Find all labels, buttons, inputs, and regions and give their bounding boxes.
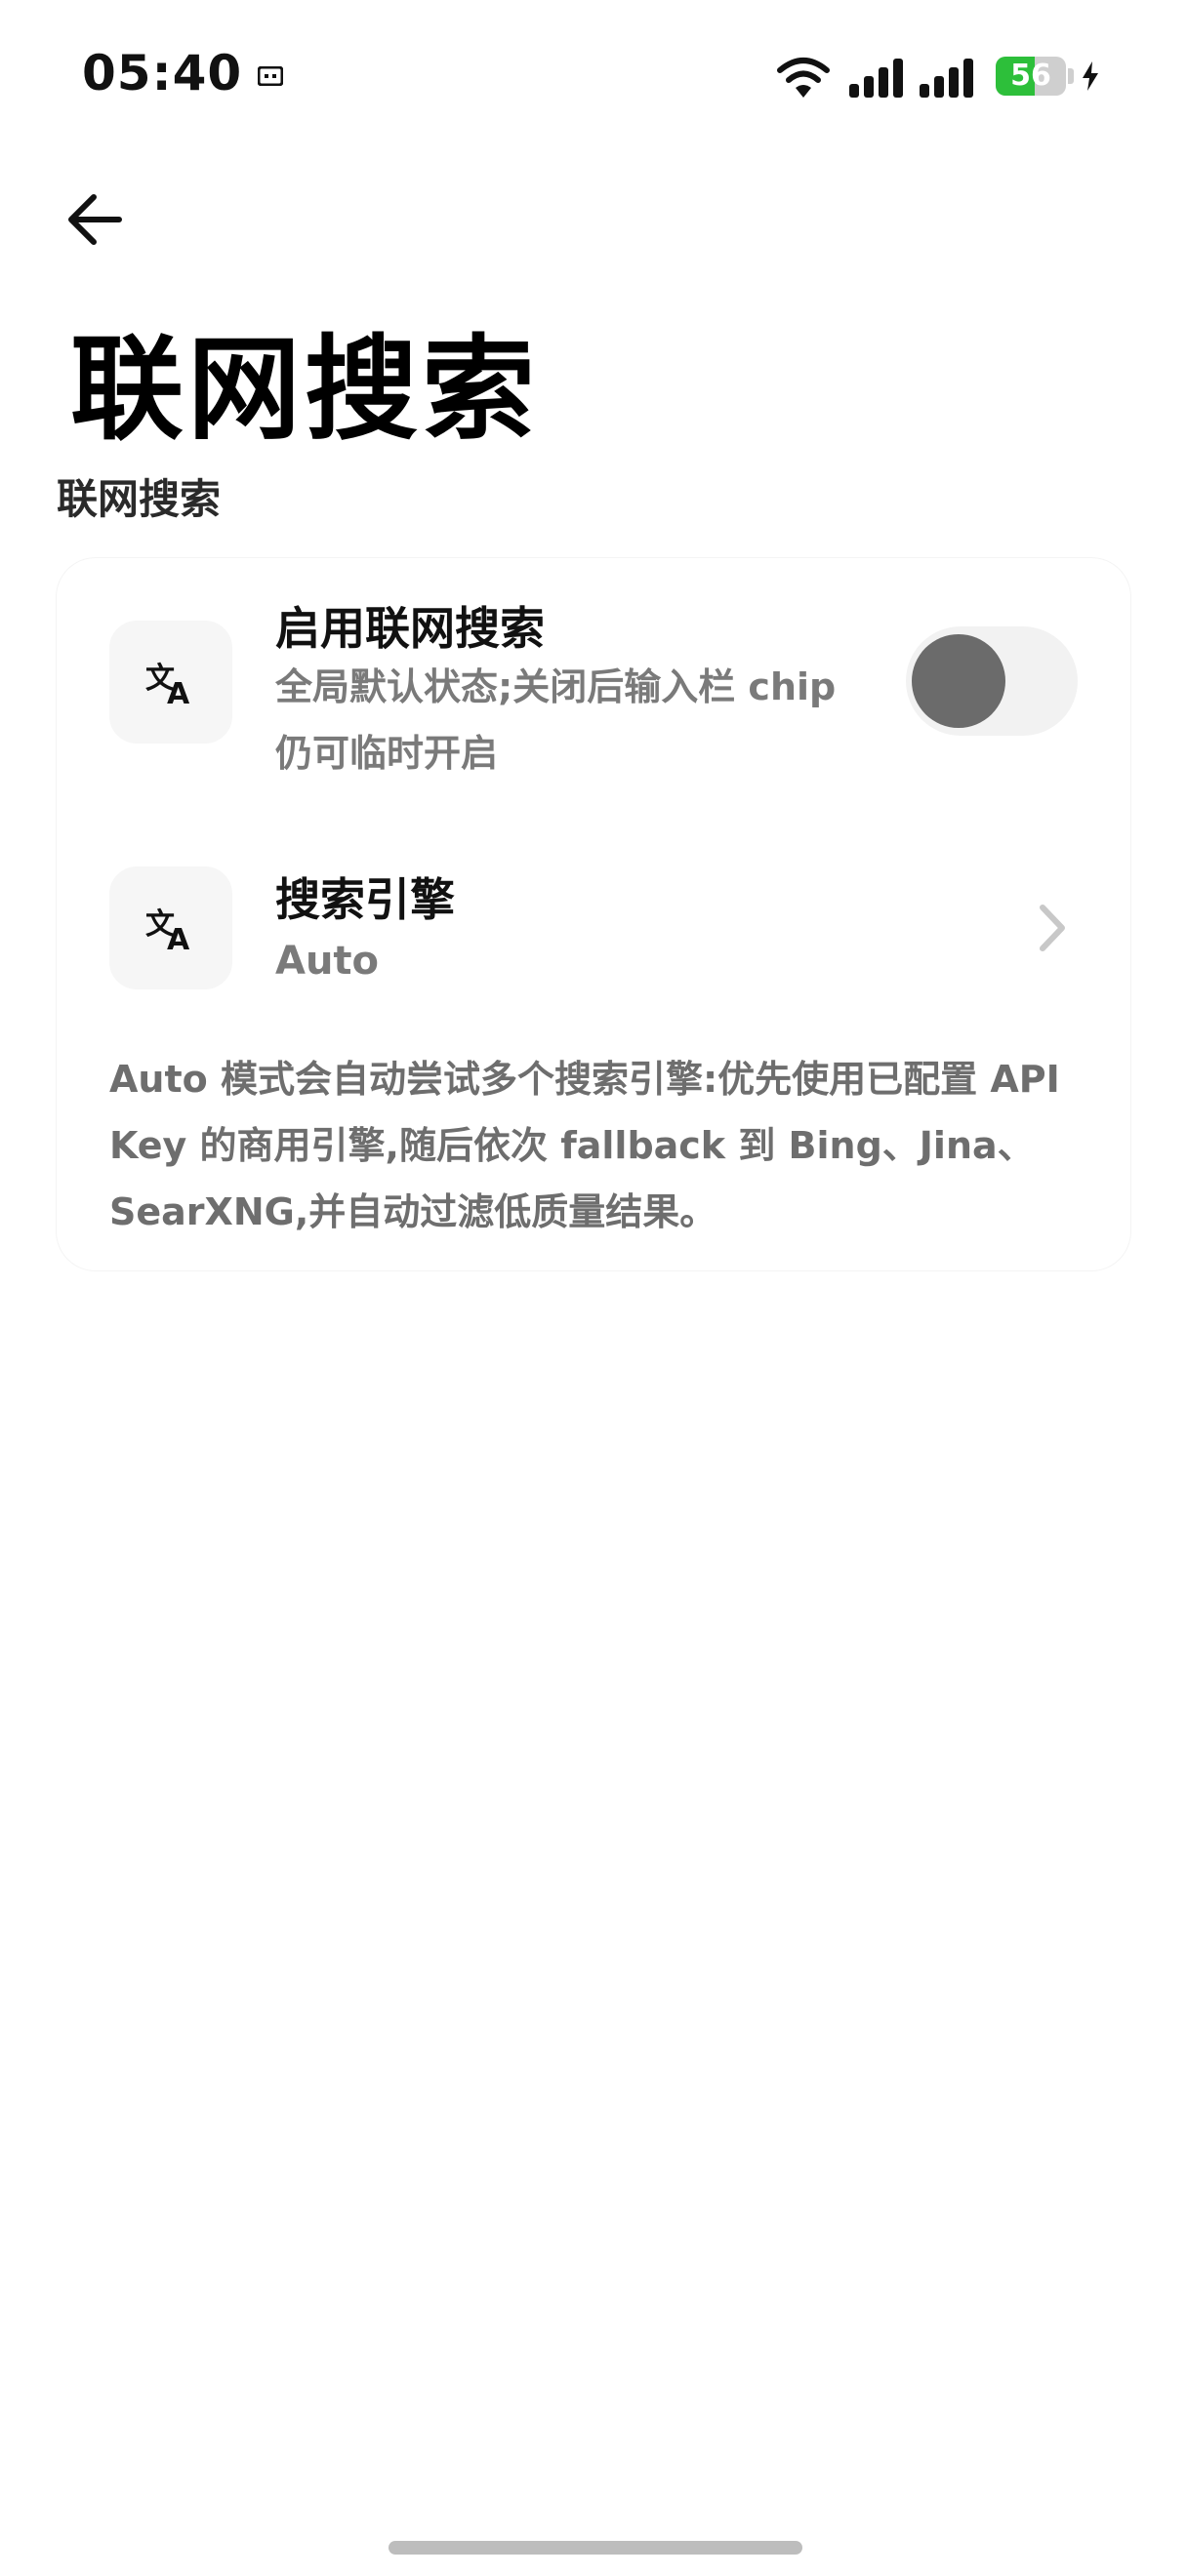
web-search-title: 启用联网搜索 — [275, 602, 545, 655]
status-time: 05:40 — [82, 45, 243, 101]
svg-text:A: A — [167, 677, 190, 709]
search-engine-value: Auto — [275, 939, 380, 984]
svg-text:A: A — [167, 923, 190, 955]
section-title: 联网搜索 — [57, 475, 222, 523]
home-indicator[interactable] — [389, 2541, 802, 2555]
battery-cap — [1068, 68, 1074, 84]
web-search-subtitle: 全局默认状态;关闭后输入栏 chip 仍可临时开启 — [275, 665, 837, 775]
settings-screen: 05:40 56 联网搜索 联网搜索 文 A 启用联网搜索 全局默认状态;关闭后… — [0, 0, 1187, 2576]
translate-icon: 文 A — [145, 662, 190, 709]
web-search-icon-box: 文 A — [109, 621, 232, 744]
page-title: 联网搜索 — [70, 324, 539, 456]
signal-icon — [849, 59, 903, 98]
back-button[interactable] — [61, 185, 129, 254]
search-engine-icon-box: 文 A — [109, 866, 232, 989]
search-engine-note: Auto 模式会自动尝试多个搜索引擎:优先使用已配置 API Key 的商用引擎… — [109, 1058, 1060, 1233]
wifi-icon — [777, 58, 830, 98]
battery-icon: 56 — [996, 57, 1066, 96]
search-engine-title: 搜索引擎 — [275, 873, 455, 926]
charging-icon — [1083, 61, 1098, 91]
status-bar: 05:40 56 — [0, 0, 1187, 146]
search-engine-row[interactable]: 文 A 搜索引擎 Auto — [57, 829, 1130, 1025]
settings-card: 文 A 启用联网搜索 全局默认状态;关闭后输入栏 chip 仍可临时开启 文 A… — [57, 558, 1130, 1270]
web-search-toggle[interactable] — [906, 626, 1078, 736]
toggle-knob — [912, 634, 1005, 728]
notification-icon — [258, 66, 283, 86]
battery-level: 56 — [1010, 59, 1051, 93]
arrow-left-icon — [68, 194, 122, 245]
translate-icon: 文 A — [145, 907, 190, 955]
chevron-right-icon — [1040, 905, 1065, 951]
signal-icon — [920, 59, 973, 98]
web-search-row[interactable]: 文 A 启用联网搜索 全局默认状态;关闭后输入栏 chip 仍可临时开启 — [57, 558, 1130, 812]
